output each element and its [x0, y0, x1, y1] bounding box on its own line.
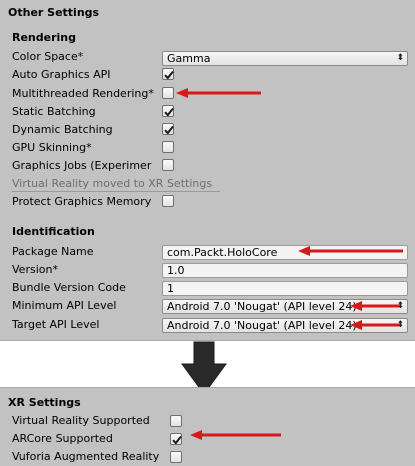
dynamic-batching-checkbox[interactable]: [162, 123, 174, 135]
version-value: 1.0: [167, 264, 185, 277]
checkmark-icon: [164, 125, 174, 135]
color-space-value: Gamma: [167, 52, 211, 65]
protect-graphics-memory-checkbox[interactable]: [162, 195, 174, 207]
checkmark-icon: [164, 70, 174, 80]
red-arrow-icon: [298, 246, 403, 256]
package-name-value: com.Packt.HoloCore: [167, 246, 278, 259]
arcore-supported-label: ARCore Supported: [12, 432, 113, 445]
other-settings-panel: Other Settings Rendering Color Space* Ga…: [0, 0, 415, 341]
bundle-version-code-label: Bundle Version Code: [12, 281, 126, 294]
protect-graphics-memory-label: Protect Graphics Memory: [12, 195, 152, 208]
graphics-jobs-checkbox[interactable]: [162, 159, 174, 171]
bundle-version-code-value: 1: [167, 282, 174, 295]
rendering-header: Rendering: [12, 31, 76, 44]
graphics-jobs-label: Graphics Jobs (Experimer: [12, 159, 152, 172]
gpu-skinning-label: GPU Skinning*: [12, 141, 92, 154]
identification-header: Identification: [12, 225, 95, 238]
red-arrow-icon: [176, 88, 261, 98]
red-arrow-icon: [350, 320, 399, 330]
vuforia-checkbox[interactable]: [170, 451, 182, 463]
xr-settings-panel: XR Settings Virtual Reality Supported AR…: [0, 387, 415, 466]
static-batching-checkbox[interactable]: [162, 105, 174, 117]
red-arrow-icon: [350, 301, 399, 311]
target-api-level-value: Android 7.0 'Nougat' (API level 24): [167, 319, 357, 332]
dynamic-batching-label: Dynamic Batching: [12, 123, 113, 136]
min-api-level-label: Minimum API Level: [12, 299, 117, 312]
static-batching-label: Static Batching: [12, 105, 96, 118]
auto-graphics-api-checkbox[interactable]: [162, 68, 174, 80]
vr-supported-label: Virtual Reality Supported: [12, 414, 150, 427]
chevron-updown-icon: ⬍: [396, 53, 404, 63]
xr-settings-title: XR Settings: [8, 396, 81, 409]
auto-graphics-api-label: Auto Graphics API: [12, 68, 111, 81]
multithreaded-rendering-label: Multithreaded Rendering*: [12, 87, 154, 100]
version-input[interactable]: 1.0: [162, 263, 408, 278]
bundle-version-code-input[interactable]: 1: [162, 281, 408, 296]
vr-supported-checkbox[interactable]: [170, 415, 182, 427]
color-space-label: Color Space*: [12, 50, 84, 63]
arcore-supported-checkbox[interactable]: [170, 433, 182, 445]
red-arrow-icon: [190, 430, 281, 440]
checkmark-icon: [172, 435, 182, 445]
min-api-level-value: Android 7.0 'Nougat' (API level 24): [167, 300, 357, 313]
vuforia-label: Vuforia Augmented Reality: [12, 450, 160, 463]
checkmark-icon: [164, 107, 174, 117]
target-api-level-label: Target API Level: [12, 318, 100, 331]
vr-note-divider: [12, 191, 220, 192]
version-label: Version*: [12, 263, 58, 276]
gpu-skinning-checkbox[interactable]: [162, 141, 174, 153]
vr-moved-note: Virtual Reality moved to XR Settings: [12, 177, 213, 190]
other-settings-title: Other Settings: [8, 6, 100, 19]
color-space-dropdown[interactable]: Gamma ⬍: [162, 51, 408, 66]
multithreaded-rendering-checkbox[interactable]: [162, 87, 174, 99]
package-name-label: Package Name: [12, 245, 94, 258]
